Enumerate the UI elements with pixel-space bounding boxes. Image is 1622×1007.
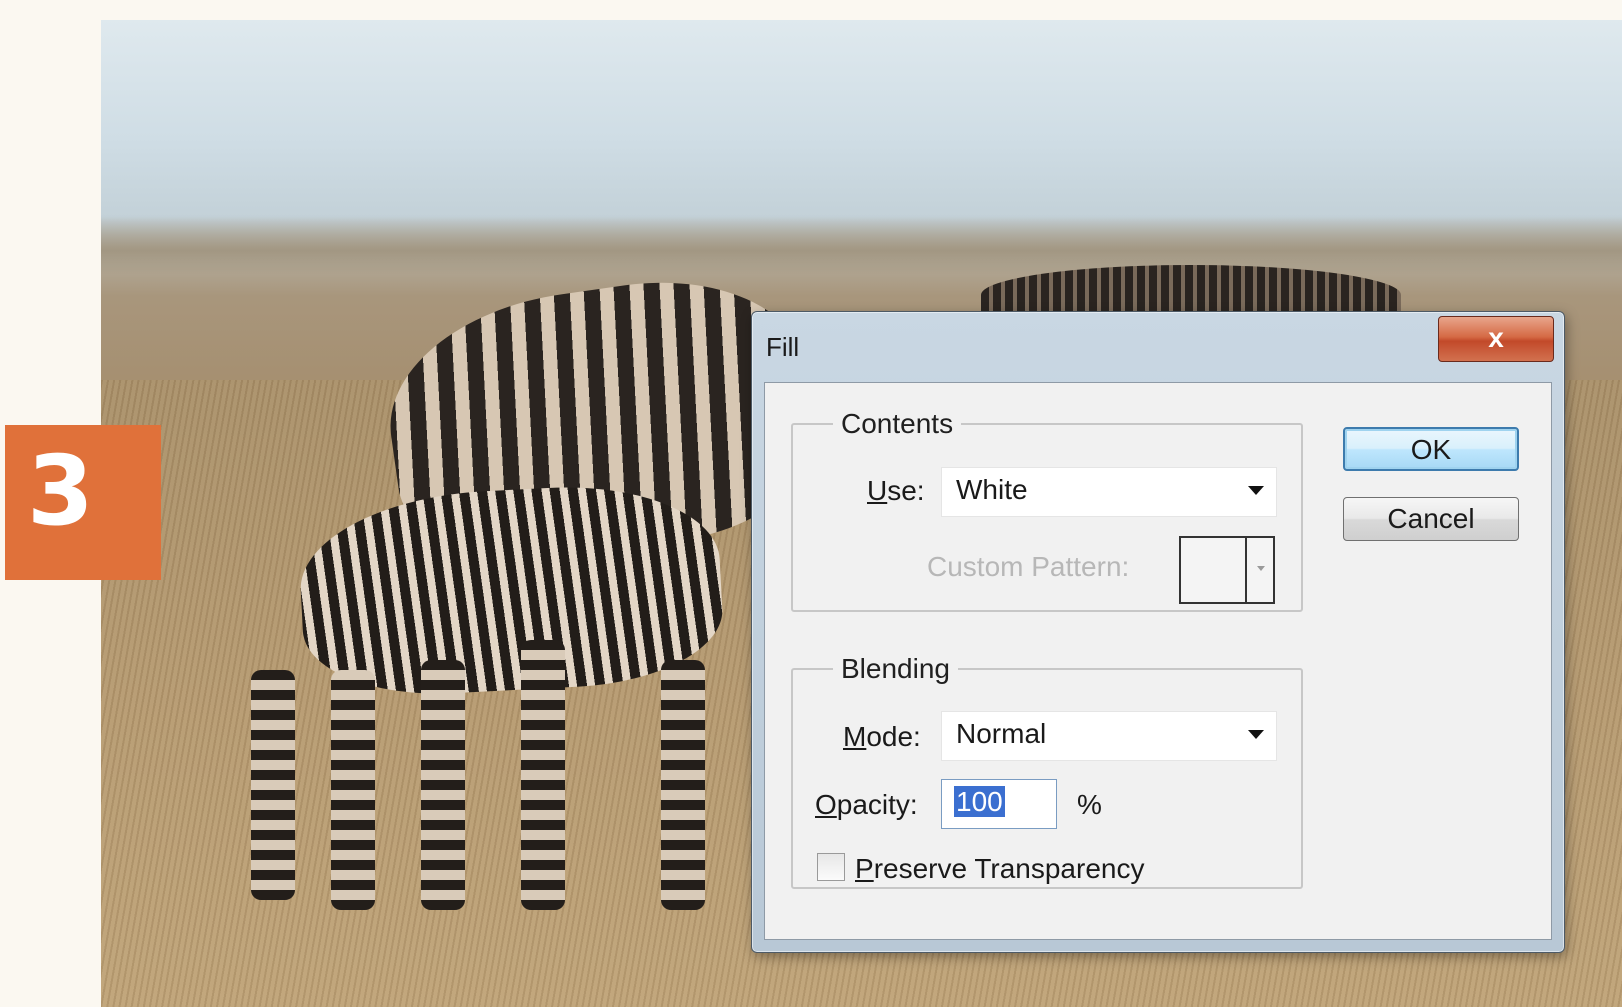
blending-legend: Blending (841, 653, 950, 684)
horizon-haze (101, 215, 1622, 275)
zebra-leg (521, 640, 565, 910)
ok-button[interactable]: OK (1343, 427, 1519, 471)
mode-label: Mode: (843, 721, 921, 752)
opacity-label: Opacity: (815, 789, 918, 820)
use-label: Use: (867, 475, 925, 506)
chevron-down-icon (1248, 730, 1264, 739)
preserve-transparency-label[interactable]: Preserve Transparency (855, 853, 1144, 885)
zebra-leg (331, 670, 375, 910)
step-number: 3 (27, 435, 94, 547)
zebra-leg (421, 660, 465, 910)
step-badge: 3 (5, 425, 161, 580)
mode-value: Normal (956, 718, 1047, 749)
use-dropdown[interactable]: White (941, 467, 1277, 517)
contents-legend: Contents (841, 408, 954, 439)
opacity-value: 100 (954, 786, 1005, 817)
fill-dialog: Fill x Contents Use: White Custom Patter… (751, 311, 1565, 953)
chevron-down-icon (1248, 486, 1264, 495)
preserve-transparency-checkbox[interactable] (817, 853, 845, 881)
opacity-input[interactable]: 100 (941, 779, 1057, 829)
pattern-swatch (1181, 538, 1245, 602)
close-icon: x (1488, 322, 1504, 353)
opacity-unit: % (1077, 789, 1102, 820)
use-value: White (956, 474, 1028, 505)
cancel-button[interactable]: Cancel (1343, 497, 1519, 541)
custom-pattern-picker[interactable] (1179, 536, 1275, 604)
dialog-title: Fill (766, 332, 800, 362)
close-button[interactable]: x (1438, 316, 1554, 362)
dialog-body: Contents Use: White Custom Pattern: Blen… (764, 382, 1552, 940)
zebra-leg (661, 660, 705, 910)
custom-pattern-label: Custom Pattern: (927, 551, 1130, 582)
mode-dropdown[interactable]: Normal (941, 711, 1277, 761)
zebra-leg (251, 670, 295, 900)
dialog-titlebar[interactable]: Fill x (752, 312, 1564, 382)
pattern-dropdown-icon (1245, 538, 1273, 602)
